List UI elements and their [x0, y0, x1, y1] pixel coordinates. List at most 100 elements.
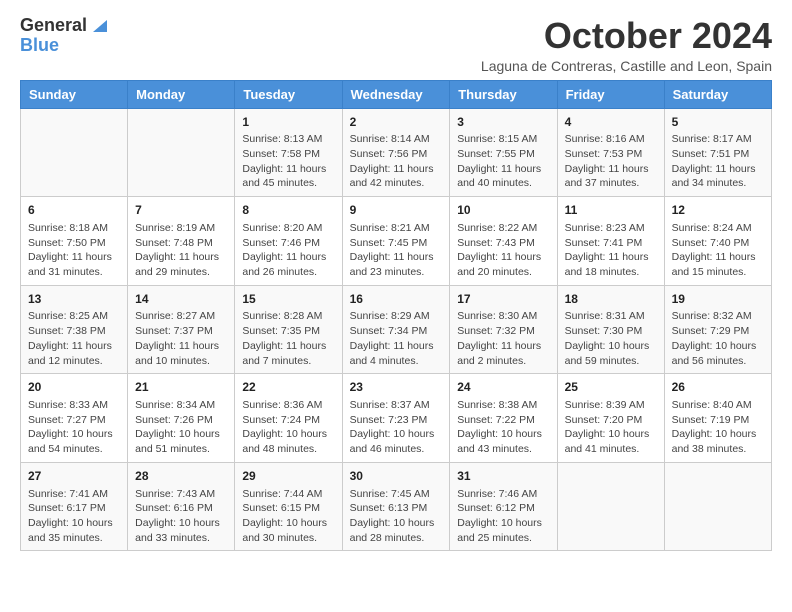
day-number: 5	[672, 114, 764, 131]
day-number: 30	[350, 468, 443, 485]
weekday-header-monday: Monday	[128, 80, 235, 108]
day-content: Sunrise: 8:16 AM Sunset: 7:53 PM Dayligh…	[565, 132, 657, 191]
page-header: General Blue October 2024 Laguna de Cont…	[20, 16, 772, 74]
calendar-cell: 25 Sunrise: 8:39 AM Sunset: 7:20 PM Dayli…	[557, 374, 664, 463]
calendar-week-row: 1Sunrise: 8:13 AM Sunset: 7:58 PM Daylig…	[21, 108, 772, 197]
location: Laguna de Contreras, Castille and Leon, …	[481, 58, 772, 74]
day-number: 7	[135, 202, 227, 219]
day-number: 3	[457, 114, 549, 131]
calendar-cell: 4Sunrise: 8:16 AM Sunset: 7:53 PM Daylig…	[557, 108, 664, 197]
weekday-header-tuesday: Tuesday	[235, 80, 342, 108]
calendar-cell: 8 Sunrise: 8:20 AM Sunset: 7:46 PM Daylig…	[235, 197, 342, 286]
calendar-cell	[664, 462, 771, 551]
calendar-cell: 16Sunrise: 8:29 AM Sunset: 7:34 PM Dayli…	[342, 285, 450, 374]
calendar-cell: 12 Sunrise: 8:24 AM Sunset: 7:40 PM Dayli…	[664, 197, 771, 286]
day-number: 15	[242, 291, 334, 308]
logo-icon	[89, 16, 107, 34]
calendar-cell: 11 Sunrise: 8:23 AM Sunset: 7:41 PM Dayli…	[557, 197, 664, 286]
day-number: 13	[28, 291, 120, 308]
calendar-cell	[557, 462, 664, 551]
calendar-cell: 15Sunrise: 8:28 AM Sunset: 7:35 PM Dayli…	[235, 285, 342, 374]
day-number: 12	[672, 202, 764, 219]
calendar-cell: 10 Sunrise: 8:22 AM Sunset: 7:43 PM Dayli…	[450, 197, 557, 286]
day-number: 26	[672, 379, 764, 396]
day-content: Sunrise: 8:36 AM Sunset: 7:24 PM Dayligh…	[242, 398, 334, 457]
day-content: Sunrise: 8:23 AM Sunset: 7:41 PM Dayligh…	[565, 221, 657, 280]
day-content: Sunrise: 7:44 AM Sunset: 6:15 PM Dayligh…	[242, 487, 334, 546]
day-number: 18	[565, 291, 657, 308]
day-number: 24	[457, 379, 549, 396]
day-content: Sunrise: 7:45 AM Sunset: 6:13 PM Dayligh…	[350, 487, 443, 546]
day-number: 11	[565, 202, 657, 219]
calendar-cell: 30 Sunrise: 7:45 AM Sunset: 6:13 PM Dayli…	[342, 462, 450, 551]
day-content: Sunrise: 7:46 AM Sunset: 6:12 PM Dayligh…	[457, 487, 549, 546]
calendar-cell: 3Sunrise: 8:15 AM Sunset: 7:55 PM Daylig…	[450, 108, 557, 197]
day-content: Sunrise: 8:33 AM Sunset: 7:27 PM Dayligh…	[28, 398, 120, 457]
day-number: 21	[135, 379, 227, 396]
calendar-cell: 7 Sunrise: 8:19 AM Sunset: 7:48 PM Daylig…	[128, 197, 235, 286]
day-number: 19	[672, 291, 764, 308]
weekday-header-row: SundayMondayTuesdayWednesdayThursdayFrid…	[21, 80, 772, 108]
day-content: Sunrise: 7:43 AM Sunset: 6:16 PM Dayligh…	[135, 487, 227, 546]
calendar-body: 1Sunrise: 8:13 AM Sunset: 7:58 PM Daylig…	[21, 108, 772, 551]
calendar-cell: 13Sunrise: 8:25 AM Sunset: 7:38 PM Dayli…	[21, 285, 128, 374]
calendar-week-row: 6Sunrise: 8:18 AM Sunset: 7:50 PM Daylig…	[21, 197, 772, 286]
calendar-cell: 20Sunrise: 8:33 AM Sunset: 7:27 PM Dayli…	[21, 374, 128, 463]
calendar-week-row: 27 Sunrise: 7:41 AM Sunset: 6:17 PM Dayli…	[21, 462, 772, 551]
calendar-cell: 27 Sunrise: 7:41 AM Sunset: 6:17 PM Dayli…	[21, 462, 128, 551]
day-content: Sunrise: 8:30 AM Sunset: 7:32 PM Dayligh…	[457, 309, 549, 368]
calendar-table: SundayMondayTuesdayWednesdayThursdayFrid…	[20, 80, 772, 552]
day-number: 9	[350, 202, 443, 219]
calendar-cell: 31 Sunrise: 7:46 AM Sunset: 6:12 PM Dayli…	[450, 462, 557, 551]
day-content: Sunrise: 8:27 AM Sunset: 7:37 PM Dayligh…	[135, 309, 227, 368]
calendar-cell: 14Sunrise: 8:27 AM Sunset: 7:37 PM Dayli…	[128, 285, 235, 374]
day-content: Sunrise: 8:38 AM Sunset: 7:22 PM Dayligh…	[457, 398, 549, 457]
day-content: Sunrise: 8:24 AM Sunset: 7:40 PM Dayligh…	[672, 221, 764, 280]
logo-text-general: General	[20, 16, 87, 36]
day-number: 27	[28, 468, 120, 485]
day-content: Sunrise: 8:34 AM Sunset: 7:26 PM Dayligh…	[135, 398, 227, 457]
calendar-cell: 24 Sunrise: 8:38 AM Sunset: 7:22 PM Dayli…	[450, 374, 557, 463]
day-number: 4	[565, 114, 657, 131]
day-content: Sunrise: 8:37 AM Sunset: 7:23 PM Dayligh…	[350, 398, 443, 457]
day-number: 17	[457, 291, 549, 308]
calendar-cell: 5Sunrise: 8:17 AM Sunset: 7:51 PM Daylig…	[664, 108, 771, 197]
calendar-cell: 29 Sunrise: 7:44 AM Sunset: 6:15 PM Dayli…	[235, 462, 342, 551]
calendar-cell: 17Sunrise: 8:30 AM Sunset: 7:32 PM Dayli…	[450, 285, 557, 374]
day-content: Sunrise: 8:19 AM Sunset: 7:48 PM Dayligh…	[135, 221, 227, 280]
logo-text-blue: Blue	[20, 36, 59, 56]
weekday-header-friday: Friday	[557, 80, 664, 108]
day-number: 25	[565, 379, 657, 396]
day-content: Sunrise: 8:15 AM Sunset: 7:55 PM Dayligh…	[457, 132, 549, 191]
weekday-header-saturday: Saturday	[664, 80, 771, 108]
day-content: Sunrise: 8:18 AM Sunset: 7:50 PM Dayligh…	[28, 221, 120, 280]
day-content: Sunrise: 8:28 AM Sunset: 7:35 PM Dayligh…	[242, 309, 334, 368]
weekday-header-thursday: Thursday	[450, 80, 557, 108]
day-number: 14	[135, 291, 227, 308]
day-number: 28	[135, 468, 227, 485]
day-number: 31	[457, 468, 549, 485]
day-content: Sunrise: 8:29 AM Sunset: 7:34 PM Dayligh…	[350, 309, 443, 368]
day-content: Sunrise: 8:22 AM Sunset: 7:43 PM Dayligh…	[457, 221, 549, 280]
day-number: 2	[350, 114, 443, 131]
calendar-cell: 19Sunrise: 8:32 AM Sunset: 7:29 PM Dayli…	[664, 285, 771, 374]
calendar-cell: 21 Sunrise: 8:34 AM Sunset: 7:26 PM Dayli…	[128, 374, 235, 463]
calendar-cell: 2Sunrise: 8:14 AM Sunset: 7:56 PM Daylig…	[342, 108, 450, 197]
day-content: Sunrise: 7:41 AM Sunset: 6:17 PM Dayligh…	[28, 487, 120, 546]
day-number: 8	[242, 202, 334, 219]
day-content: Sunrise: 8:21 AM Sunset: 7:45 PM Dayligh…	[350, 221, 443, 280]
calendar-cell: 1Sunrise: 8:13 AM Sunset: 7:58 PM Daylig…	[235, 108, 342, 197]
day-content: Sunrise: 8:39 AM Sunset: 7:20 PM Dayligh…	[565, 398, 657, 457]
calendar-cell	[128, 108, 235, 197]
calendar-cell: 26 Sunrise: 8:40 AM Sunset: 7:19 PM Dayli…	[664, 374, 771, 463]
day-number: 22	[242, 379, 334, 396]
calendar-cell: 23Sunrise: 8:37 AM Sunset: 7:23 PM Dayli…	[342, 374, 450, 463]
day-content: Sunrise: 8:40 AM Sunset: 7:19 PM Dayligh…	[672, 398, 764, 457]
title-section: October 2024 Laguna de Contreras, Castil…	[481, 16, 772, 74]
day-content: Sunrise: 8:17 AM Sunset: 7:51 PM Dayligh…	[672, 132, 764, 191]
day-content: Sunrise: 8:14 AM Sunset: 7:56 PM Dayligh…	[350, 132, 443, 191]
day-number: 16	[350, 291, 443, 308]
day-number: 29	[242, 468, 334, 485]
day-number: 10	[457, 202, 549, 219]
day-content: Sunrise: 8:20 AM Sunset: 7:46 PM Dayligh…	[242, 221, 334, 280]
